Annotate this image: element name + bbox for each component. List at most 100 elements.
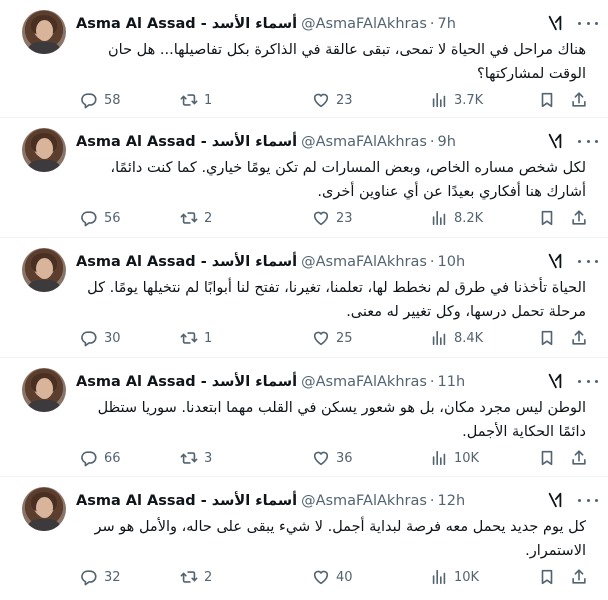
bookmark-button[interactable]	[538, 566, 556, 588]
like-button[interactable]: 23	[312, 89, 353, 111]
more-icon[interactable]	[578, 252, 598, 270]
views-button[interactable]: 8.2K	[430, 207, 483, 229]
tweet[interactable]: Asma Al Assad - أسماء الأسد @AsmaFAlAkhr…	[0, 0, 608, 117]
timestamp[interactable]: 12h	[438, 493, 466, 509]
reply-icon	[81, 93, 97, 109]
avatar[interactable]	[22, 248, 66, 292]
tweet-header: Asma Al Assad - أسماء الأسد @AsmaFAlAkhr…	[76, 491, 578, 511]
separator-dot: ·	[429, 16, 435, 32]
bookmark-button[interactable]	[538, 327, 556, 349]
reply-button[interactable]: 66	[80, 447, 121, 469]
tweet-actions: 58 1 23 3.7K	[76, 89, 596, 111]
display-name[interactable]: Asma Al Assad - أسماء الأسد	[76, 16, 297, 32]
grok-icon[interactable]	[546, 132, 564, 150]
reply-count: 58	[104, 92, 121, 108]
tweet-header: Asma Al Assad - أسماء الأسد @AsmaFAlAkhr…	[76, 252, 578, 272]
display-name[interactable]: Asma Al Assad - أسماء الأسد	[76, 254, 297, 270]
display-name[interactable]: Asma Al Assad - أسماء الأسد	[76, 493, 297, 509]
timestamp[interactable]: 7h	[438, 16, 456, 32]
user-handle[interactable]: @AsmaFAlAkhras	[301, 493, 427, 509]
like-button[interactable]: 40	[312, 566, 353, 588]
tweet-actions: 32 2 40 10K	[76, 566, 596, 588]
separator-dot: ·	[429, 374, 435, 390]
grok-icon[interactable]	[546, 14, 564, 32]
separator-dot: ·	[429, 134, 435, 150]
user-handle[interactable]: @AsmaFAlAkhras	[301, 254, 427, 270]
tweet[interactable]: Asma Al Assad - أسماء الأسد @AsmaFAlAkhr…	[0, 237, 608, 354]
share-icon	[572, 92, 586, 107]
reply-button[interactable]: 56	[80, 207, 121, 229]
retweet-icon	[180, 212, 198, 224]
display-name[interactable]: Asma Al Assad - أسماء الأسد	[76, 134, 297, 150]
share-icon	[572, 330, 586, 345]
like-button[interactable]: 36	[312, 447, 353, 469]
grok-icon[interactable]	[546, 252, 564, 270]
avatar[interactable]	[22, 368, 66, 412]
repost-button[interactable]: 1	[180, 89, 212, 111]
bookmark-icon	[541, 569, 553, 585]
avatar-body	[28, 400, 60, 412]
tweet[interactable]: Asma Al Assad - أسماء الأسد @AsmaFAlAkhr…	[0, 357, 608, 474]
views-icon	[432, 210, 446, 226]
reply-button[interactable]: 30	[80, 327, 121, 349]
timestamp[interactable]: 10h	[438, 254, 466, 270]
repost-button[interactable]: 3	[180, 447, 212, 469]
more-icon[interactable]	[578, 491, 598, 509]
views-count: 10K	[454, 569, 480, 585]
timestamp[interactable]: 11h	[438, 374, 466, 390]
tweet-actions: 66 3 36 10K	[76, 447, 596, 469]
user-handle[interactable]: @AsmaFAlAkhras	[301, 134, 427, 150]
bookmark-button[interactable]	[538, 447, 556, 469]
share-button[interactable]	[570, 207, 588, 229]
user-handle[interactable]: @AsmaFAlAkhras	[301, 374, 427, 390]
avatar-face	[36, 258, 53, 279]
tweet-text: لكل شخص مساره الخاص، وبعض المسارات لم تك…	[110, 160, 586, 200]
bookmark-button[interactable]	[538, 207, 556, 229]
like-icon	[313, 451, 329, 466]
repost-count: 3	[204, 450, 213, 466]
views-button[interactable]: 8.4K	[430, 327, 483, 349]
views-count: 3.7K	[454, 92, 484, 108]
avatar[interactable]	[22, 128, 66, 172]
grok-icon[interactable]	[546, 372, 564, 390]
repost-count: 1	[204, 92, 213, 108]
tweet-text: الحياة تأخذنا في طرق لم نخطط لها، تعلمنا…	[87, 280, 586, 320]
user-handle[interactable]: @AsmaFAlAkhras	[301, 16, 427, 32]
like-count: 23	[336, 210, 353, 226]
views-button[interactable]: 3.7K	[430, 89, 483, 111]
avatar[interactable]	[22, 10, 66, 54]
tweet[interactable]: Asma Al Assad - أسماء الأسد @AsmaFAlAkhr…	[0, 117, 608, 234]
like-button[interactable]: 25	[312, 327, 353, 349]
views-button[interactable]: 10K	[430, 566, 479, 588]
avatar-body	[28, 519, 60, 531]
bookmark-icon	[541, 330, 553, 346]
share-button[interactable]	[570, 447, 588, 469]
bookmark-button[interactable]	[538, 89, 556, 111]
more-icon[interactable]	[578, 14, 598, 32]
grok-icon[interactable]	[546, 491, 564, 509]
reply-button[interactable]: 58	[80, 89, 121, 111]
more-icon[interactable]	[578, 132, 598, 150]
reply-button[interactable]: 32	[80, 566, 121, 588]
views-icon	[432, 569, 446, 585]
tweet[interactable]: Asma Al Assad - أسماء الأسد @AsmaFAlAkhr…	[0, 476, 608, 593]
repost-button[interactable]: 1	[180, 327, 212, 349]
separator-dot: ·	[429, 254, 435, 270]
reply-count: 30	[104, 330, 121, 346]
repost-button[interactable]: 2	[180, 207, 212, 229]
like-button[interactable]: 23	[312, 207, 353, 229]
tweet-header: Asma Al Assad - أسماء الأسد @AsmaFAlAkhr…	[76, 372, 578, 392]
avatar-face	[36, 378, 53, 399]
tweet-text: الوطن ليس مجرد مكان، بل هو شعور يسكن في …	[97, 400, 586, 440]
more-icon[interactable]	[578, 372, 598, 390]
like-icon	[313, 570, 329, 585]
repost-button[interactable]: 2	[180, 566, 212, 588]
share-button[interactable]	[570, 89, 588, 111]
avatar[interactable]	[22, 487, 66, 531]
display-name[interactable]: Asma Al Assad - أسماء الأسد	[76, 374, 297, 390]
share-button[interactable]	[570, 327, 588, 349]
share-button[interactable]	[570, 566, 588, 588]
repost-count: 2	[204, 569, 213, 585]
timestamp[interactable]: 9h	[438, 134, 456, 150]
views-button[interactable]: 10K	[430, 447, 479, 469]
